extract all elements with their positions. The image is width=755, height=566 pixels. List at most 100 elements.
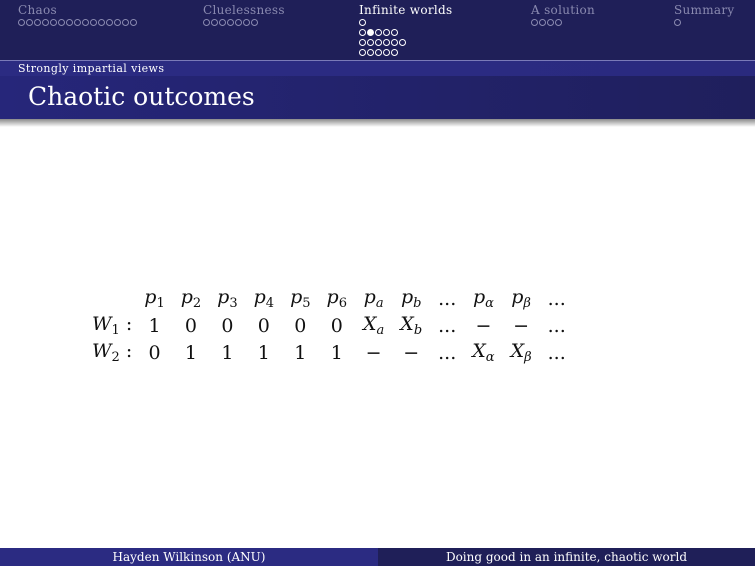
frame-dot-icon[interactable] [359, 38, 366, 46]
row-label: W2 : [92, 340, 133, 365]
header-cell: pβ [511, 286, 531, 311]
frame-dot-icon[interactable] [391, 38, 398, 46]
navigation-bar: Chaos Cluelessness Infinite worlds A sol… [0, 0, 755, 60]
frame-dot-icon[interactable] [219, 18, 226, 26]
frame-dot-icon[interactable] [203, 18, 210, 26]
frame-dot-icon[interactable] [18, 18, 25, 26]
outcomes-table: p1 p2 p3 p4 p5 p6 pa pb ... pα pβ ... W1… [84, 285, 574, 366]
frame-dot-icon[interactable] [367, 38, 374, 46]
table-cell: 1 [330, 341, 343, 364]
table-cell: 0 [184, 314, 197, 337]
frame-dot-icon[interactable] [539, 18, 546, 26]
header-cell: pα [472, 286, 494, 311]
table-cell: Xα [472, 340, 495, 365]
nav-section-title[interactable]: Summary [674, 3, 734, 17]
table-cell: 0 [257, 314, 270, 337]
header-cell: p5 [290, 286, 311, 311]
nav-section-title[interactable]: Infinite worlds [359, 3, 452, 17]
frame-dot-icon[interactable] [66, 18, 73, 26]
frame-dot-icon[interactable] [359, 48, 366, 56]
frame-dot-icon[interactable] [90, 18, 97, 26]
frame-dot-icon[interactable] [391, 48, 398, 56]
frame-dot-icon[interactable] [82, 18, 89, 26]
table-cell: 0 [330, 314, 343, 337]
footer-author: Hayden Wilkinson (ANU) [0, 548, 378, 566]
table-row: W2 : 0 1 1 1 1 1 − − ... Xα Xβ ... [84, 339, 574, 366]
frame-dot-icon[interactable] [42, 18, 49, 26]
frame-dot-icon[interactable] [399, 38, 406, 46]
frame-dot-icon[interactable] [235, 18, 242, 26]
frame-dot-row [359, 47, 452, 57]
frame-dot-icon[interactable] [98, 18, 105, 26]
nav-section-title[interactable]: A solution [531, 3, 595, 17]
frame-dot-icon[interactable] [122, 18, 129, 26]
nav-section-title[interactable]: Cluelessness [203, 3, 285, 17]
frame-dot-icon[interactable] [531, 18, 538, 26]
frame-dot-icon[interactable] [367, 48, 374, 56]
table-cell: 1 [257, 341, 270, 364]
frame-dot-row [531, 17, 595, 27]
frame-dot-icon[interactable] [375, 28, 382, 36]
frame-dot-icon[interactable] [391, 28, 398, 36]
frame-dot-icon[interactable] [383, 38, 390, 46]
table-cell: Xβ [510, 340, 532, 365]
table-cell: Xb [400, 313, 423, 338]
frame-dot-icon[interactable] [674, 18, 681, 26]
nav-section-title[interactable]: Chaos [18, 3, 138, 17]
header-cell: pb [400, 286, 422, 311]
frame-title: Chaotic outcomes [28, 82, 255, 111]
frame-dot-icon[interactable] [211, 18, 218, 26]
frame-dot-icon[interactable] [383, 28, 390, 36]
header-cell: p1 [144, 286, 165, 311]
nav-section-a-solution[interactable]: A solution [531, 3, 595, 27]
frame-dot-row [359, 27, 452, 37]
frame-dots [359, 17, 452, 57]
header-cell: ... [547, 287, 566, 310]
table-cell: 1 [294, 341, 307, 364]
table-cell: Xa [362, 313, 385, 338]
frame-dot-icon[interactable] [251, 18, 258, 26]
frame-dots [18, 17, 138, 27]
frame-dot-icon[interactable] [114, 18, 121, 26]
frame-dot-icon[interactable] [106, 18, 113, 26]
header-cell: p3 [217, 286, 238, 311]
table-cell: − [513, 314, 530, 337]
subsection-title: Strongly impartial views [18, 62, 165, 75]
frame-dot-icon[interactable] [375, 48, 382, 56]
frame-dot-icon[interactable] [359, 28, 366, 36]
table-cell: 1 [221, 341, 234, 364]
frame-dot-icon[interactable] [359, 18, 366, 26]
table-cell: ... [438, 314, 457, 337]
header-cell: p4 [253, 286, 275, 311]
frame-dot-row [674, 17, 734, 27]
table-cell: 1 [184, 341, 197, 364]
frame-dot-icon[interactable] [34, 18, 41, 26]
frame-dot-row [203, 17, 285, 27]
table-cell: ... [547, 341, 566, 364]
frame-dot-icon[interactable] [375, 38, 382, 46]
title-shadow [0, 119, 755, 127]
table-cell: − [403, 341, 420, 364]
frame-dot-icon[interactable] [243, 18, 250, 26]
nav-section-summary[interactable]: Summary [674, 3, 734, 27]
frame-dot-icon[interactable] [383, 48, 390, 56]
nav-section-cluelessness[interactable]: Cluelessness [203, 3, 285, 27]
header-cell: p6 [326, 286, 347, 311]
frame-dot-icon[interactable] [74, 18, 81, 26]
frame-dot-icon[interactable] [555, 18, 562, 26]
frame-dot-icon[interactable] [547, 18, 554, 26]
table-row: W1 : 1 0 0 0 0 0 Xa Xb ... − − ... [84, 312, 574, 339]
frame-dot-icon[interactable] [130, 18, 137, 26]
table-cell: 0 [148, 341, 161, 364]
nav-section-chaos[interactable]: Chaos [18, 3, 138, 27]
current-frame-dot-icon[interactable] [367, 28, 374, 36]
table-cell: ... [547, 314, 566, 337]
table-cell: 0 [294, 314, 307, 337]
frame-dots [203, 17, 285, 27]
frame-dot-icon[interactable] [50, 18, 57, 26]
frame-dot-icon[interactable] [58, 18, 65, 26]
frame-dot-icon[interactable] [227, 18, 234, 26]
header-cell: pa [363, 286, 384, 311]
frame-dot-icon[interactable] [26, 18, 33, 26]
nav-section-infinite-worlds[interactable]: Infinite worlds [359, 3, 452, 57]
